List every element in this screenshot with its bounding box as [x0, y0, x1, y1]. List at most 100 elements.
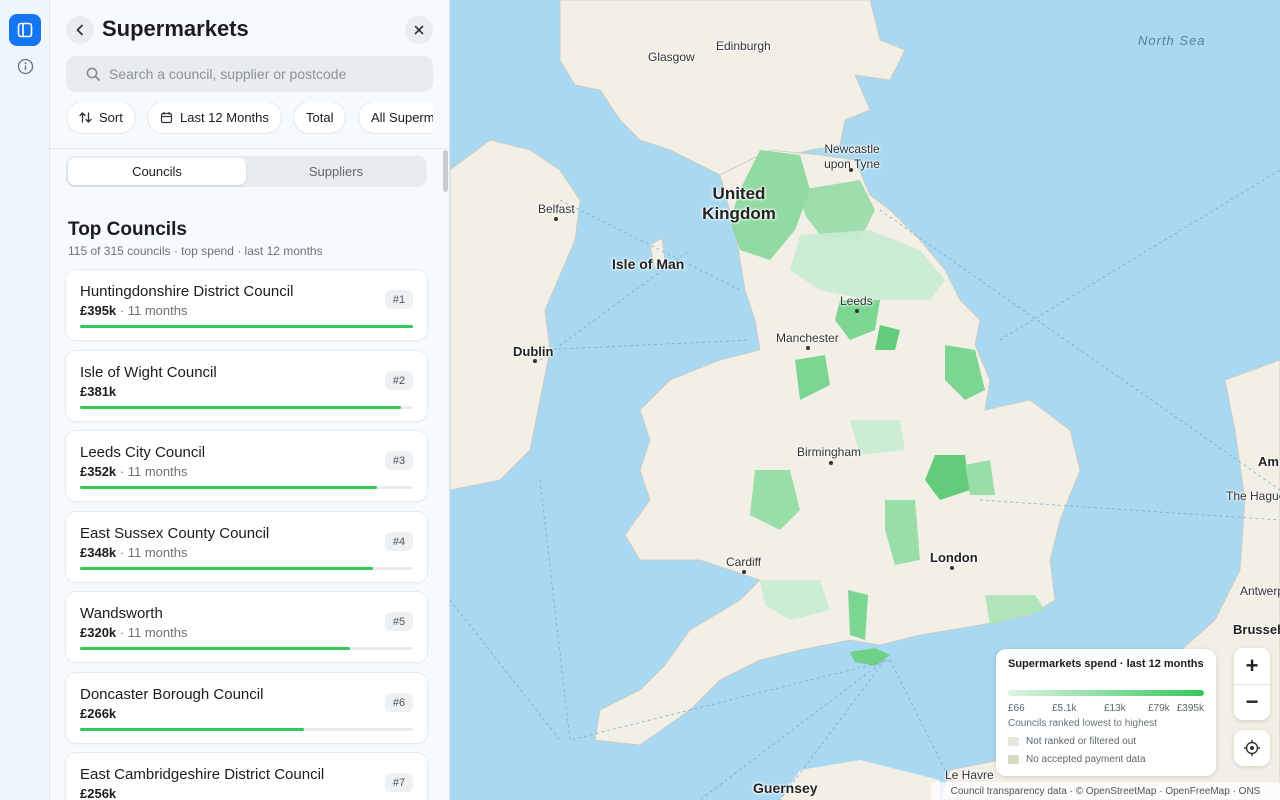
council-name: Isle of Wight Council	[80, 364, 217, 381]
spend-bar-fill	[80, 325, 413, 328]
map-attribution: Council transparency data · © OpenStreet…	[931, 782, 1280, 800]
info-button[interactable]	[9, 50, 41, 82]
council-name: Wandsworth	[80, 605, 163, 622]
rank-badge: #1	[385, 290, 413, 309]
council-months: · 11 months	[116, 625, 188, 640]
city-dot	[554, 217, 558, 221]
map-label-edinburgh: Edinburgh	[716, 39, 771, 53]
locate-button[interactable]	[1234, 730, 1270, 766]
category-label: All Supermarkets	[371, 110, 433, 125]
section-title: Top Councils	[68, 219, 187, 240]
council-meta: £352k · 11 months	[80, 464, 187, 479]
view-segmented-control: Councils Suppliers	[66, 156, 427, 187]
city-dot	[950, 566, 954, 570]
legend-tick: £13k	[1104, 703, 1126, 714]
city-dot	[742, 570, 746, 574]
council-card[interactable]: Isle of Wight Council £381k #2	[66, 351, 427, 421]
city-dot	[829, 461, 833, 465]
spend-bar-track	[80, 325, 413, 328]
council-card[interactable]: East Cambridgeshire District Council £256…	[66, 753, 427, 800]
map-label-le-havre: Le Havre	[945, 768, 994, 782]
spend-bar-fill	[80, 728, 305, 731]
council-amount: £256k	[80, 786, 117, 800]
council-amount: £348k	[80, 545, 117, 560]
icon-rail	[0, 0, 50, 800]
panel-header: Supermarkets	[66, 14, 434, 46]
council-meta: £395k · 11 months	[80, 303, 187, 318]
map-label-amsterdam: Am	[1258, 454, 1279, 469]
council-shade	[848, 590, 868, 640]
map-label-guernsey: Guernsey	[753, 780, 818, 796]
locate-icon	[1243, 739, 1261, 757]
council-meta: £256k	[80, 786, 116, 800]
sidebar-toggle-button[interactable]	[9, 14, 41, 46]
spend-bar-fill	[80, 406, 402, 409]
legend-title: Supermarkets spend · last 12 months	[1008, 658, 1204, 670]
council-name: Leeds City Council	[80, 444, 206, 461]
council-card[interactable]: Wandsworth £320k · 11 months #5	[66, 592, 427, 662]
tab-suppliers[interactable]: Suppliers	[247, 158, 425, 185]
legend-row-not-ranked: Not ranked or filtered out	[1008, 736, 1136, 747]
map-label-leeds: Leeds	[840, 294, 873, 308]
spend-bar-track	[80, 486, 413, 489]
divider	[50, 148, 449, 149]
chevron-left-icon	[76, 24, 83, 36]
map-label-london: London	[930, 550, 978, 565]
map-label-belfast: Belfast	[538, 202, 575, 216]
spend-bar-fill	[80, 567, 374, 570]
city-dot	[533, 359, 537, 363]
map-label-isle-of-man: Isle of Man	[612, 256, 685, 272]
council-amount: £320k	[80, 625, 117, 640]
map-label-dublin: Dublin	[513, 344, 554, 359]
legend-tick: £395k	[1176, 703, 1204, 714]
period-filter-button[interactable]: Last 12 Months	[148, 102, 281, 133]
legend-gradient	[1008, 690, 1204, 696]
spend-bar-fill	[80, 486, 377, 489]
council-meta: £320k · 11 months	[80, 625, 187, 640]
search-input[interactable]	[109, 66, 409, 82]
spend-bar-track	[80, 406, 413, 409]
filter-bar: Sort Last 12 Months Total All Supermarke…	[66, 102, 433, 134]
council-name: Doncaster Borough Council	[80, 686, 264, 703]
zoom-in-button[interactable]: +	[1234, 648, 1270, 684]
legend-swatch	[1008, 737, 1019, 746]
rank-badge: #4	[385, 532, 413, 551]
spend-bar-track	[80, 728, 413, 731]
rank-badge: #3	[385, 451, 413, 470]
legend-tick: £66	[1008, 703, 1025, 714]
category-filter-button[interactable]: All Supermarkets	[359, 102, 433, 133]
council-amount: £352k	[80, 464, 117, 479]
council-meta: £348k · 11 months	[80, 545, 187, 560]
legend-ticks: £66 £5.1k £13k £79k £395k	[1008, 703, 1204, 715]
back-button[interactable]	[66, 16, 94, 44]
map-label-birmingham: Birmingham	[797, 445, 862, 459]
rank-badge: #6	[385, 693, 413, 712]
close-button[interactable]	[405, 16, 433, 44]
side-panel: Supermarkets Sort Last 1	[50, 0, 450, 800]
page-title: Supermarkets	[102, 16, 249, 41]
scrollbar-thumb[interactable]	[443, 150, 448, 192]
map-legend: Supermarkets spend · last 12 months £66 …	[996, 649, 1216, 776]
council-card[interactable]: Huntingdonshire District Council £395k · …	[66, 270, 427, 340]
council-card[interactable]: Leeds City Council £352k · 11 months #3	[66, 431, 427, 501]
sort-button[interactable]: Sort	[67, 102, 135, 133]
metric-label: Total	[306, 110, 334, 125]
council-months: · 11 months	[116, 303, 188, 318]
city-dot	[849, 168, 853, 172]
council-card[interactable]: East Sussex County Council £348k · 11 mon…	[66, 512, 427, 582]
info-icon	[17, 58, 33, 74]
legend-label: Not ranked or filtered out	[1026, 736, 1137, 747]
zoom-control: + −	[1234, 648, 1270, 720]
council-amount: £395k	[80, 303, 117, 318]
map-label-north-sea: North Sea	[1138, 33, 1206, 48]
sidebar-icon	[17, 22, 33, 38]
council-card[interactable]: Doncaster Borough Council £266k #6	[66, 673, 427, 743]
tab-councils[interactable]: Councils	[68, 158, 246, 185]
map-label-the-hague: The Hague	[1226, 489, 1280, 503]
search-icon	[86, 67, 100, 81]
council-months: · 11 months	[116, 545, 188, 560]
map-label-united-kingdom: United Kingdom	[702, 184, 776, 223]
map-label-brussels: Brussels	[1233, 622, 1280, 637]
metric-filter-button[interactable]: Total	[294, 102, 346, 133]
zoom-out-button[interactable]: −	[1234, 684, 1270, 720]
